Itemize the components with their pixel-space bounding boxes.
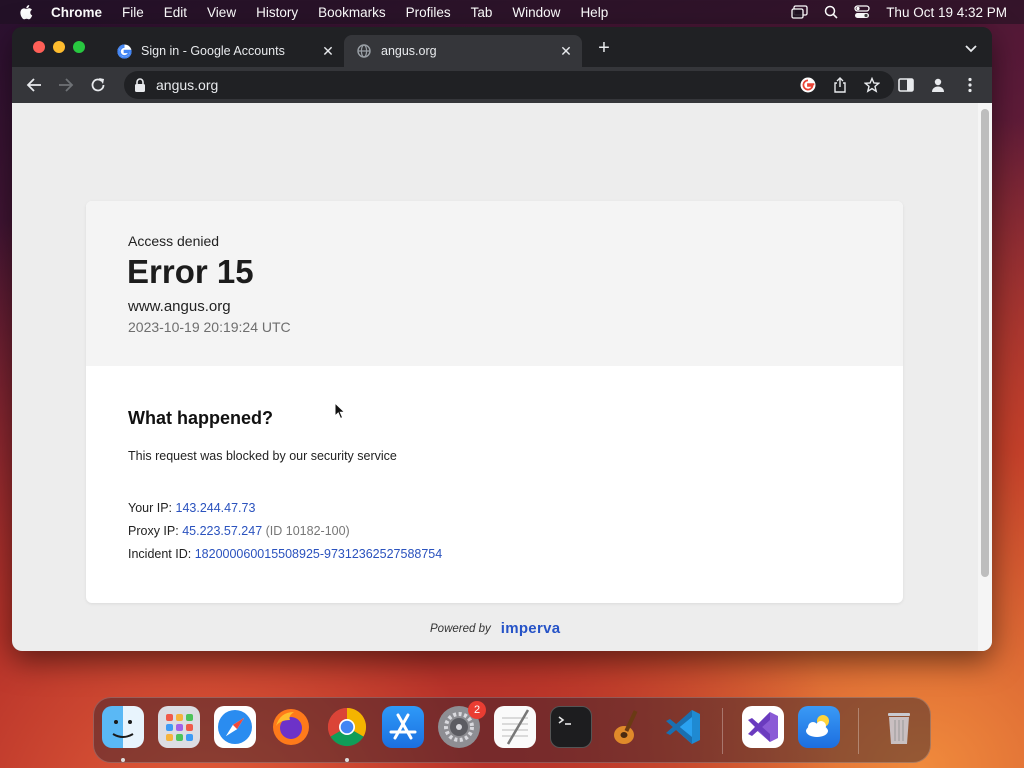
terminal-icon[interactable] bbox=[550, 706, 592, 748]
settings-badge: 2 bbox=[468, 701, 486, 719]
reload-icon[interactable] bbox=[88, 75, 108, 95]
menu-bookmarks[interactable]: Bookmarks bbox=[318, 5, 386, 20]
back-arrow-icon[interactable] bbox=[24, 75, 44, 95]
menu-profiles[interactable]: Profiles bbox=[406, 5, 451, 20]
menu-history[interactable]: History bbox=[256, 5, 298, 20]
powered-by-label: Powered by bbox=[430, 622, 491, 635]
dock-separator bbox=[722, 708, 723, 754]
what-happened-description: This request was blocked by our security… bbox=[128, 449, 397, 463]
firefox-icon[interactable] bbox=[270, 706, 312, 748]
tab-close-icon[interactable]: ✕ bbox=[558, 43, 574, 59]
apple-icon[interactable] bbox=[19, 4, 33, 20]
browser-window: Sign in - Google Accounts ✕ angus.org ✕ … bbox=[12, 27, 992, 651]
proxy-ip-value[interactable]: 45.223.57.247 bbox=[182, 524, 262, 538]
new-tab-plus-icon[interactable]: + bbox=[595, 38, 613, 58]
your-ip-row: Your IP: 143.244.47.73 bbox=[128, 501, 255, 515]
your-ip-label: Your IP: bbox=[128, 501, 173, 515]
menu-bar: Chrome File Edit View History Bookmarks … bbox=[0, 0, 1024, 24]
proxy-id: (ID 10182-100) bbox=[265, 524, 350, 538]
chrome-icon[interactable] bbox=[326, 706, 368, 748]
dock-separator bbox=[858, 708, 859, 754]
tab-search-chevron-icon[interactable] bbox=[964, 41, 978, 55]
tab-title: Sign in - Google Accounts bbox=[141, 44, 285, 58]
google-lens-icon[interactable] bbox=[798, 75, 818, 95]
menu-file[interactable]: File bbox=[122, 5, 144, 20]
address-bar-url[interactable]: angus.org bbox=[156, 77, 798, 93]
system-settings-icon[interactable]: 2 bbox=[438, 701, 486, 748]
page-viewport: Access denied Error 15 www.angus.org 202… bbox=[12, 103, 992, 651]
finder-running-indicator bbox=[121, 758, 125, 762]
tab-google-sign-in[interactable]: Sign in - Google Accounts ✕ bbox=[104, 35, 344, 67]
incident-id-row: Incident ID: 182000060015508925-97312362… bbox=[128, 547, 442, 561]
tab-angus[interactable]: angus.org ✕ bbox=[344, 35, 582, 67]
window-maximize-button[interactable] bbox=[73, 41, 85, 53]
powered-by: Powered by imperva bbox=[430, 620, 560, 637]
menu-view[interactable]: View bbox=[207, 5, 236, 20]
weather-icon[interactable] bbox=[798, 706, 840, 748]
visual-studio-icon[interactable] bbox=[742, 706, 784, 748]
menu-edit[interactable]: Edit bbox=[164, 5, 187, 20]
app-store-icon[interactable] bbox=[382, 706, 424, 748]
browser-toolbar: angus.org bbox=[12, 67, 992, 103]
side-panel-icon[interactable] bbox=[896, 75, 916, 95]
launchpad-icon[interactable] bbox=[158, 706, 200, 748]
vertical-scrollbar[interactable] bbox=[978, 103, 992, 651]
incident-id-label: Incident ID: bbox=[128, 547, 192, 561]
profile-avatar-icon[interactable] bbox=[928, 75, 948, 95]
menu-help[interactable]: Help bbox=[580, 5, 608, 20]
vscode-icon[interactable] bbox=[662, 706, 704, 748]
tab-strip: Sign in - Google Accounts ✕ angus.org ✕ … bbox=[12, 27, 992, 67]
menu-window[interactable]: Window bbox=[512, 5, 560, 20]
site-hostname: www.angus.org bbox=[128, 298, 231, 315]
proxy-ip-label: Proxy IP: bbox=[128, 524, 179, 538]
menu-app-name[interactable]: Chrome bbox=[51, 5, 102, 20]
error-code-title: Error 15 bbox=[127, 253, 254, 290]
your-ip-value[interactable]: 143.244.47.73 bbox=[176, 501, 256, 515]
screen-mirroring-icon[interactable] bbox=[791, 5, 808, 19]
lock-icon[interactable] bbox=[134, 78, 146, 92]
chrome-running-indicator bbox=[345, 758, 349, 762]
safari-icon[interactable] bbox=[214, 706, 256, 748]
google-icon bbox=[116, 43, 132, 59]
menu-clock[interactable]: Thu Oct 19 4:32 PM bbox=[886, 5, 1007, 20]
forward-arrow-icon[interactable] bbox=[56, 75, 76, 95]
tab-close-icon[interactable]: ✕ bbox=[320, 43, 336, 59]
error-card: Access denied Error 15 www.angus.org 202… bbox=[86, 201, 903, 603]
error-timestamp: 2023-10-19 20:19:24 UTC bbox=[128, 319, 291, 335]
share-icon[interactable] bbox=[830, 75, 850, 95]
control-center-icon[interactable] bbox=[854, 5, 870, 19]
imperva-logo[interactable]: imperva bbox=[501, 620, 561, 637]
error-card-header: Access denied Error 15 www.angus.org 202… bbox=[86, 201, 903, 366]
textedit-icon[interactable] bbox=[494, 706, 536, 748]
globe-icon bbox=[356, 43, 372, 59]
what-happened-heading: What happened? bbox=[128, 408, 273, 428]
trash-icon[interactable] bbox=[878, 706, 920, 748]
proxy-ip-row: Proxy IP: 45.223.57.247 (ID 10182-100) bbox=[128, 524, 350, 538]
bookmark-star-icon[interactable] bbox=[862, 75, 882, 95]
finder-icon[interactable] bbox=[102, 706, 144, 748]
scrollbar-thumb[interactable] bbox=[981, 109, 989, 577]
search-icon[interactable] bbox=[824, 5, 838, 19]
window-close-button[interactable] bbox=[33, 41, 45, 53]
dock: 2 bbox=[93, 697, 931, 763]
more-menu-icon[interactable] bbox=[960, 75, 980, 95]
menu-tab[interactable]: Tab bbox=[471, 5, 493, 20]
tab-title: angus.org bbox=[381, 44, 437, 58]
access-denied-label: Access denied bbox=[128, 233, 220, 249]
window-minimize-button[interactable] bbox=[53, 41, 65, 53]
mouse-cursor-icon bbox=[334, 402, 346, 420]
incident-id-value[interactable]: 182000060015508925-97312362527588754 bbox=[195, 547, 442, 561]
garageband-icon[interactable] bbox=[606, 706, 648, 748]
address-bar[interactable]: angus.org bbox=[124, 71, 894, 99]
